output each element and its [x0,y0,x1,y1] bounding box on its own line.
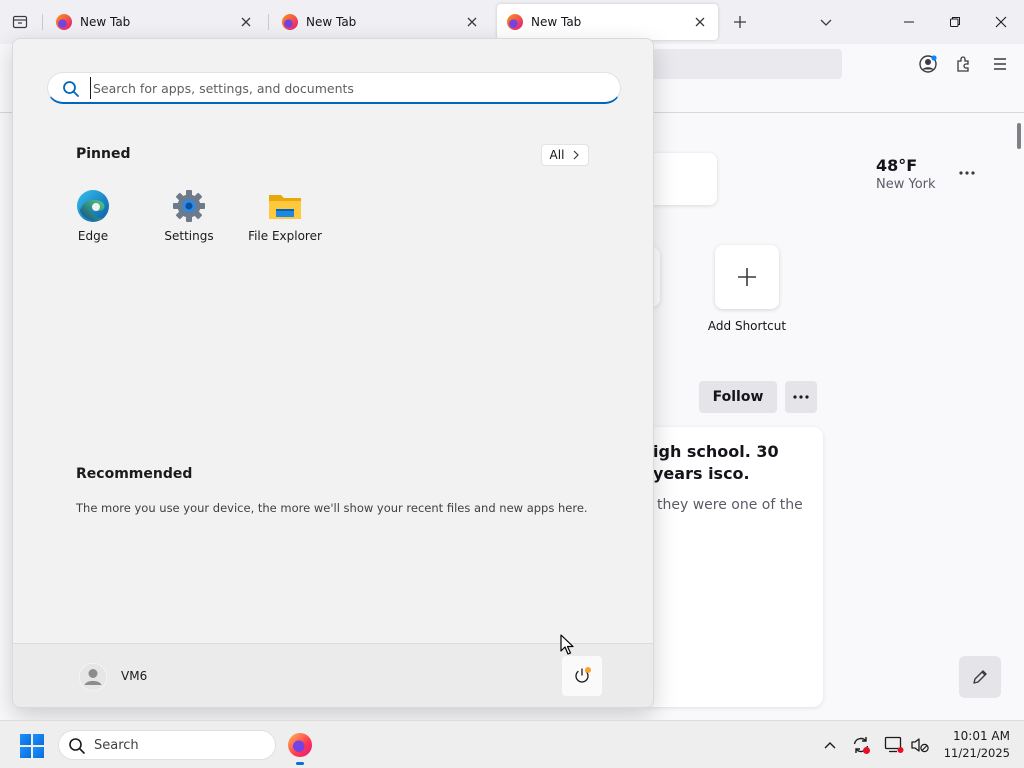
tab-separator [42,14,43,30]
clock-date[interactable]: 11/21/2025 [940,746,1010,760]
story-snippet: they were one of the [657,497,803,513]
browser-tab[interactable]: New Tab [272,4,490,40]
all-apps-label: All [549,148,565,162]
follow-button[interactable]: Follow [699,381,777,413]
more-options-icon[interactable] [785,381,817,413]
sync-alert-icon[interactable] [851,735,871,755]
customize-button[interactable] [959,656,1001,698]
story-title[interactable]: igh school. 30 years isco. [653,441,821,485]
pinned-app-settings[interactable]: Settings [144,189,234,255]
chevron-right-icon [574,150,580,160]
taskbar-search-label: Search [94,738,139,753]
pinned-app-file-explorer[interactable]: File Explorer [240,189,330,255]
taskbar: Search 10:01 AM 11/21/2025 [0,720,1024,768]
network-monitor-icon[interactable] [884,735,904,755]
start-search-box[interactable] [47,72,621,104]
restore-icon [950,17,960,27]
new-tab-button[interactable] [726,8,754,36]
user-avatar-icon[interactable] [79,663,107,691]
menu-hamburger-icon[interactable] [986,50,1014,78]
extensions-icon[interactable] [950,50,978,78]
account-icon[interactable] [914,50,942,78]
tab-title: New Tab [531,15,582,29]
mouse-cursor-icon [560,634,574,655]
add-shortcut-button[interactable] [715,245,779,309]
chevron-down-icon [820,19,832,26]
add-shortcut-label: Add Shortcut [707,319,787,333]
tab-separator [268,14,269,30]
app-label: File Explorer [248,229,322,243]
app-label: Settings [164,229,214,243]
list-all-tabs-button[interactable] [812,8,840,36]
firefox-favicon-icon [282,14,298,30]
running-indicator [296,762,304,765]
close-icon[interactable] [692,14,708,30]
start-menu-footer: VM6 [13,643,653,707]
volume-muted-icon[interactable] [910,735,930,755]
firefox-favicon-icon [507,14,523,30]
restore-button[interactable] [932,0,978,44]
settings-gear-icon [172,189,206,223]
start-search-input[interactable] [90,77,590,99]
firefox-favicon-icon [56,14,72,30]
pinned-heading: Pinned [76,146,131,162]
scrollbar-thumb[interactable] [1017,123,1021,149]
firefox-taskbar-icon[interactable] [288,733,312,757]
search-icon [61,79,81,99]
power-button[interactable] [562,656,602,696]
folder-icon [268,189,302,223]
browser-tab-active[interactable]: New Tab [497,4,718,40]
firefox-view-icon[interactable] [8,10,32,34]
minimize-icon [904,21,914,23]
close-icon[interactable] [238,14,254,30]
weather-more-icon[interactable] [954,161,980,185]
recommended-empty-message: The more you use your device, the more w… [76,501,588,515]
pinned-app-edge[interactable]: Edge [48,189,138,255]
start-menu: Pinned All Edge [12,38,654,708]
close-icon[interactable] [464,14,480,30]
tab-title: New Tab [306,15,357,29]
tab-title: New Tab [80,15,131,29]
clock-time[interactable]: 10:01 AM [940,729,1010,743]
user-name[interactable]: VM6 [121,669,147,683]
windows-start-icon[interactable] [20,734,44,758]
close-icon [995,16,1007,28]
app-label: Edge [77,229,109,243]
taskbar-search-box[interactable]: Search [58,730,276,760]
plus-icon [738,268,756,286]
close-window-button[interactable] [978,0,1024,44]
browser-tab[interactable]: New Tab [46,4,264,40]
pencil-icon [973,670,987,684]
plus-icon [734,16,746,28]
all-apps-button[interactable]: All [541,144,589,166]
weather-city[interactable]: New York [876,177,936,192]
search-icon [67,736,87,756]
edge-icon [76,189,110,223]
chevron-up-icon[interactable] [820,735,840,755]
recommended-heading: Recommended [76,466,193,482]
story-card[interactable]: igh school. 30 years isco. they were one… [640,427,823,707]
minimize-button[interactable] [886,0,932,44]
update-badge [585,667,591,673]
weather-temperature[interactable]: 48°F [876,156,917,175]
